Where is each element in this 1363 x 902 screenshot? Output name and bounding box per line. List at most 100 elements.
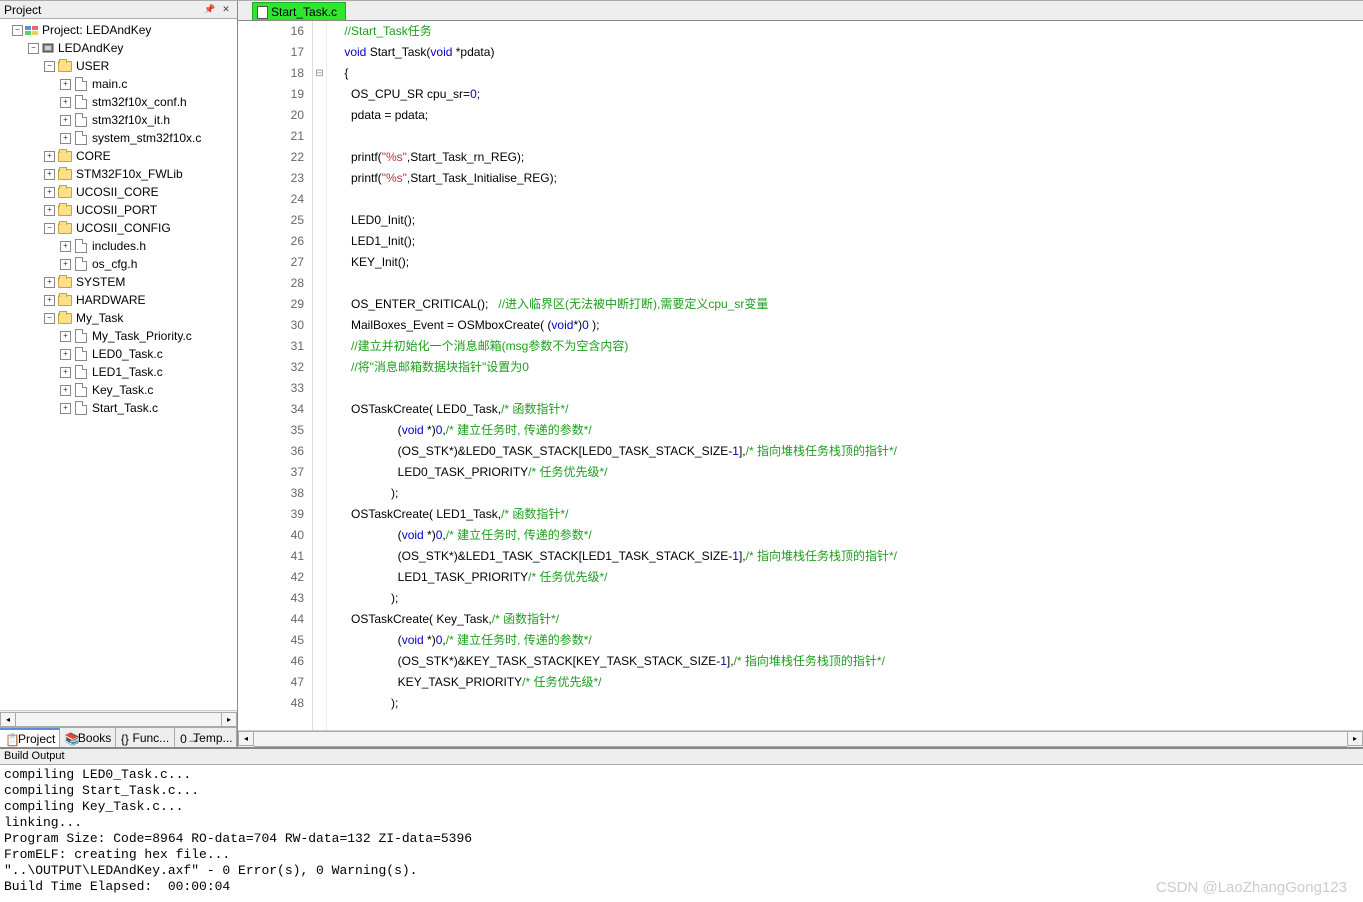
tree-file[interactable]: + stm32f10x_it.h bbox=[0, 111, 237, 129]
books-tab-icon: 📚 bbox=[65, 732, 76, 743]
tree-file[interactable]: +My_Task_Priority.c bbox=[0, 327, 237, 345]
tree-toggle-icon[interactable]: − bbox=[44, 313, 55, 324]
tab-label: Project bbox=[18, 732, 55, 746]
tree-toggle-icon[interactable]: + bbox=[60, 385, 71, 396]
fold-column[interactable]: ⊟ bbox=[313, 21, 327, 730]
tree-label: CORE bbox=[76, 149, 111, 163]
tree-toggle-icon[interactable]: + bbox=[60, 331, 71, 342]
tree-toggle-icon[interactable]: + bbox=[60, 349, 71, 360]
code-area[interactable]: 1617181920212223242526272829303132333435… bbox=[238, 21, 1363, 730]
tree-toggle-icon[interactable]: + bbox=[44, 151, 55, 162]
tree-toggle-icon[interactable]: + bbox=[60, 241, 71, 252]
tree-label: My_Task bbox=[76, 311, 123, 325]
tree-toggle-icon[interactable]: + bbox=[60, 97, 71, 108]
scroll-right-icon[interactable]: ▸ bbox=[1347, 731, 1363, 746]
tree-label: UCOSII_PORT bbox=[76, 203, 157, 217]
tree-toggle-icon[interactable]: − bbox=[44, 61, 55, 72]
tree-folder[interactable]: + HARDWARE bbox=[0, 291, 237, 309]
folder-icon bbox=[57, 275, 73, 289]
tree-toggle-icon[interactable]: + bbox=[60, 133, 71, 144]
tree-folder[interactable]: + SYSTEM bbox=[0, 273, 237, 291]
scroll-left-icon[interactable]: ◂ bbox=[0, 712, 16, 727]
tree-label: UCOSII_CONFIG bbox=[76, 221, 171, 235]
tree-toggle-icon[interactable]: + bbox=[44, 295, 55, 306]
tree-label: includes.h bbox=[92, 239, 146, 253]
project-panel: Project 📌 ✕ − Project: LEDAndKey − LEDA bbox=[0, 1, 238, 747]
scroll-left-icon[interactable]: ◂ bbox=[238, 731, 254, 746]
tree-toggle-icon[interactable]: − bbox=[12, 25, 23, 36]
project-panel-title: Project bbox=[4, 3, 201, 17]
scroll-track[interactable] bbox=[254, 731, 1347, 747]
tree-toggle-icon[interactable]: − bbox=[44, 223, 55, 234]
file-icon bbox=[73, 95, 89, 109]
tree-folder[interactable]: − My_Task bbox=[0, 309, 237, 327]
tab-books[interactable]: 📚Books bbox=[60, 728, 116, 747]
build-output-title: Build Output bbox=[0, 749, 1363, 765]
tree-label: STM32F10x_FWLib bbox=[76, 167, 183, 181]
code-content[interactable]: //Start_Task任务 void Start_Task(void *pda… bbox=[327, 21, 1363, 730]
tree-project[interactable]: − LEDAndKey bbox=[0, 39, 237, 57]
file-icon bbox=[73, 77, 89, 91]
tree-folder[interactable]: +UCOSII_CORE bbox=[0, 183, 237, 201]
temp-tab-icon: 0→ bbox=[180, 732, 191, 743]
tab-templates[interactable]: 0→Temp... bbox=[175, 728, 237, 747]
build-output-text[interactable]: compiling LED0_Task.c... compiling Start… bbox=[0, 765, 1363, 902]
tree-toggle-icon[interactable]: + bbox=[60, 403, 71, 414]
tree-file[interactable]: + includes.h bbox=[0, 237, 237, 255]
tree-label: USER bbox=[76, 59, 109, 73]
project-panel-tabs: 📋Project 📚Books {}Func... 0→Temp... bbox=[0, 727, 237, 747]
tree-toggle-icon[interactable]: + bbox=[44, 205, 55, 216]
tree-toggle-icon[interactable]: + bbox=[44, 169, 55, 180]
tree-toggle-icon[interactable]: + bbox=[60, 259, 71, 270]
scroll-track[interactable] bbox=[16, 712, 221, 727]
editor-hscroll[interactable]: ◂ ▸ bbox=[238, 730, 1363, 747]
tree-label: stm32f10x_conf.h bbox=[92, 95, 187, 109]
tree-file[interactable]: +main.c bbox=[0, 75, 237, 93]
tab-functions[interactable]: {}Func... bbox=[116, 728, 175, 747]
tree-label: HARDWARE bbox=[76, 293, 146, 307]
folder-icon bbox=[57, 293, 73, 307]
tree-file[interactable]: + stm32f10x_conf.h bbox=[0, 93, 237, 111]
tree-file[interactable]: +LED1_Task.c bbox=[0, 363, 237, 381]
project-tree[interactable]: − Project: LEDAndKey − LEDAndKey − USER +m… bbox=[0, 19, 237, 710]
panel-close-icon[interactable]: ✕ bbox=[219, 3, 233, 17]
editor-tabstrip: Start_Task.c bbox=[238, 1, 1363, 21]
editor-tab-label: Start_Task.c bbox=[271, 5, 337, 19]
tree-folder[interactable]: + CORE bbox=[0, 147, 237, 165]
func-tab-icon: {} bbox=[121, 732, 131, 743]
line-number-gutter: 1617181920212223242526272829303132333435… bbox=[238, 21, 313, 730]
tree-file[interactable]: +LED0_Task.c bbox=[0, 345, 237, 363]
tree-label: SYSTEM bbox=[76, 275, 125, 289]
project-tab-icon: 📋 bbox=[5, 733, 16, 744]
file-icon bbox=[73, 347, 89, 361]
tree-toggle-icon[interactable]: + bbox=[60, 367, 71, 378]
tree-folder[interactable]: − UCOSII_CONFIG bbox=[0, 219, 237, 237]
tree-label: stm32f10x_it.h bbox=[92, 113, 170, 127]
tree-file[interactable]: +system_stm32f10x.c bbox=[0, 129, 237, 147]
tab-project[interactable]: 📋Project bbox=[0, 728, 60, 747]
tree-file[interactable]: +Key_Task.c bbox=[0, 381, 237, 399]
tree-folder[interactable]: − USER bbox=[0, 57, 237, 75]
tree-folder[interactable]: + STM32F10x_FWLib bbox=[0, 165, 237, 183]
panel-pin-icon[interactable]: 📌 bbox=[203, 3, 217, 17]
tree-folder[interactable]: + UCOSII_PORT bbox=[0, 201, 237, 219]
file-icon bbox=[73, 401, 89, 415]
tree-toggle-icon[interactable]: + bbox=[60, 115, 71, 126]
tree-label: Project: LEDAndKey bbox=[42, 23, 151, 37]
tree-toggle-icon[interactable]: + bbox=[60, 79, 71, 90]
folder-icon bbox=[57, 167, 73, 181]
tree-file[interactable]: +os_cfg.h bbox=[0, 255, 237, 273]
folder-icon bbox=[57, 203, 73, 217]
tree-label: Start_Task.c bbox=[92, 401, 158, 415]
editor-tab-active[interactable]: Start_Task.c bbox=[252, 2, 346, 20]
tree-root[interactable]: − Project: LEDAndKey bbox=[0, 21, 237, 39]
folder-icon bbox=[57, 311, 73, 325]
tree-toggle-icon[interactable]: + bbox=[44, 277, 55, 288]
file-icon bbox=[73, 383, 89, 397]
scroll-right-icon[interactable]: ▸ bbox=[221, 712, 237, 727]
project-hscroll[interactable]: ◂ ▸ bbox=[0, 710, 237, 727]
tree-file[interactable]: + Start_Task.c bbox=[0, 399, 237, 417]
tree-toggle-icon[interactable]: + bbox=[44, 187, 55, 198]
tree-toggle-icon[interactable]: − bbox=[28, 43, 39, 54]
file-icon bbox=[73, 131, 89, 145]
